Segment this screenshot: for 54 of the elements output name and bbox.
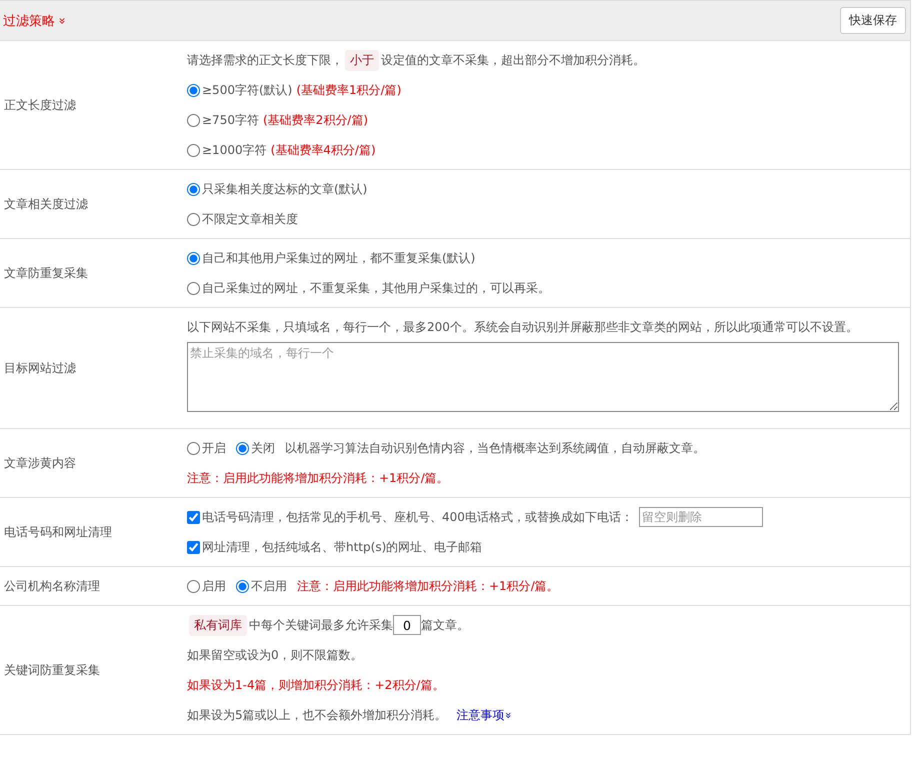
- option-label: 自己采集过的网址，不重复采集，其他用户采集过的，可以再采。: [202, 280, 550, 296]
- hint-text: 以下网站不采集，只填域名，每行一个，最多200个。系统会自动识别并屏蔽那些非文章类的网站，所以此项通常可以不设置。: [187, 319, 859, 336]
- option-label: 关闭: [251, 440, 275, 456]
- row-label: 关键词防重复采集: [4, 662, 100, 678]
- option-label: ≥750字符: [202, 112, 259, 128]
- quick-save-button[interactable]: 快速保存: [840, 7, 906, 34]
- option-label: ≥1000字符: [202, 142, 267, 158]
- keyword-tag: 小于: [345, 50, 379, 70]
- rate-note: (基础费率1积分/篇): [296, 82, 402, 98]
- option-label: ≥500字符(默认): [202, 82, 292, 98]
- option-label: 电话号码清理，包括常见的手机号、座机号、400电话格式，或替换成如下电话：: [202, 508, 633, 526]
- radio-button[interactable]: [187, 282, 200, 294]
- radio-button[interactable]: [236, 580, 249, 592]
- row-label: 目标网站过滤: [4, 360, 76, 376]
- hint-text: 如果留空或设为0，则不限篇数。: [187, 646, 363, 664]
- hint-text: 请选择需求的正文长度下限，: [187, 52, 343, 68]
- option-label: 自己和其他用户采集过的网址，都不重复采集(默认): [202, 250, 476, 266]
- radio-button[interactable]: [187, 114, 200, 126]
- row-label: 文章防重复采集: [4, 264, 88, 282]
- warning-text: 注意：启用此功能将增加积分消耗：+1积分/篇。: [297, 578, 559, 594]
- keyword-tag[interactable]: 私有词库: [189, 614, 247, 636]
- warning-text: 如果设为1-4篇，则增加积分消耗：+2积分/篇。: [187, 676, 444, 694]
- radio-button[interactable]: [187, 252, 200, 264]
- option-label: 启用: [202, 578, 226, 594]
- checkbox[interactable]: [187, 510, 200, 524]
- radio-button[interactable]: [187, 84, 200, 96]
- radio-button[interactable]: [187, 442, 200, 454]
- radio-button[interactable]: [187, 580, 200, 592]
- hint-text: 中每个关键词最多允许采集: [249, 616, 393, 634]
- radio-button[interactable]: [236, 442, 249, 454]
- description-text: 以机器学习算法自动识别色情内容，当色情概率达到系统阈值，自动屏蔽文章。: [285, 440, 705, 456]
- domain-textarea[interactable]: 禁止采集的域名，每行一个: [187, 342, 899, 412]
- option-label: 网址清理，包括纯域名、带http(s)的网址、电子邮箱: [202, 538, 482, 556]
- rate-note: (基础费率2积分/篇): [262, 112, 368, 128]
- row-label: 电话号码和网址清理: [4, 524, 112, 540]
- row-label: 公司机构名称清理: [4, 578, 100, 594]
- row-label: 正文长度过滤: [4, 96, 76, 114]
- hint-text: 篇文章。: [421, 616, 469, 634]
- checkbox[interactable]: [187, 540, 200, 554]
- option-label: 不启用: [251, 578, 287, 594]
- option-label: 不限定文章相关度: [202, 210, 298, 228]
- radio-button[interactable]: [187, 144, 200, 156]
- phone-input-field[interactable]: 留空则删除: [638, 507, 763, 527]
- count-input-field[interactable]: 0: [393, 615, 421, 635]
- radio-button[interactable]: [187, 182, 200, 196]
- row-label: 文章相关度过滤: [4, 196, 88, 212]
- option-label: 只采集相关度达标的文章(默认): [202, 180, 368, 198]
- hint-text: 如果设为5篇或以上，也不会额外增加积分消耗。: [187, 706, 447, 724]
- radio-button[interactable]: [187, 212, 200, 226]
- row-label: 文章涉黄内容: [4, 454, 76, 472]
- option-label: 开启: [202, 440, 226, 456]
- hint-text: 设定值的文章不采集，超出部分不增加积分消耗。: [381, 52, 645, 68]
- rate-note: (基础费率4积分/篇): [270, 142, 376, 158]
- warning-text: 注意：启用此功能将增加积分消耗：+1积分/篇。: [187, 470, 449, 486]
